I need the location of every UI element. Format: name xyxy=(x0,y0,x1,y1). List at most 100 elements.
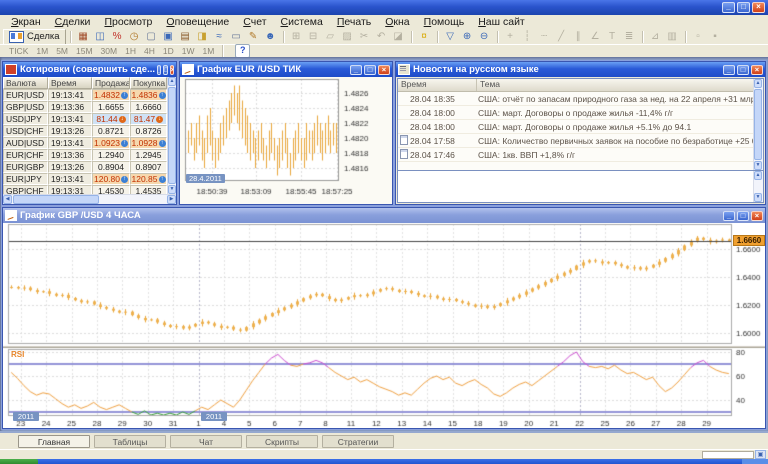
main-chart-window[interactable]: График GBP /USD 4 ЧАСА _ □ × 1.6660 RSI … xyxy=(2,207,766,429)
quote-row-usd-jpy[interactable]: USD|JPY19:13:4181.44↓81.47↓ xyxy=(3,113,167,125)
quotes-maximize-button[interactable]: □ xyxy=(163,65,167,75)
tab-скрипты[interactable]: Скрипты xyxy=(246,435,318,448)
tick-maximize-button[interactable]: □ xyxy=(364,65,376,75)
timeframe-button-30m-4[interactable]: 30M xyxy=(97,46,122,57)
timeframe-button-5m-2[interactable]: 5M xyxy=(52,46,72,57)
timeframe-button-15m-3[interactable]: 15M xyxy=(72,46,97,57)
scroll-down-arrow[interactable]: ▼ xyxy=(168,185,176,194)
taskbar[interactable] xyxy=(0,459,768,464)
tick-chart-canvas[interactable] xyxy=(180,77,392,205)
news-list-scrollbar[interactable]: ▲ ▼ xyxy=(753,79,763,170)
tab-чат[interactable]: Чат xyxy=(170,435,242,448)
archive-icon[interactable]: ◨ xyxy=(195,30,210,43)
menu-item-2[interactable]: Просмотр xyxy=(97,16,159,28)
quotes-horizontal-scrollbar[interactable]: ◀ ▶ xyxy=(3,194,176,204)
start-button[interactable] xyxy=(0,459,38,464)
menu-item-8[interactable]: Помощь xyxy=(417,16,472,28)
filter-icon[interactable]: ▽ xyxy=(443,30,458,43)
new-chart-icon[interactable]: ◫ xyxy=(93,30,108,43)
zoom-in-icon[interactable]: ⊕ xyxy=(460,30,475,43)
scroll-up-arrow[interactable]: ▲ xyxy=(754,171,762,180)
edit-icon[interactable]: ✎ xyxy=(246,30,261,43)
quote-row-aud-usd[interactable]: AUD|USD19:13:411.0923↑1.0928↑ xyxy=(3,137,167,149)
tick-close-button[interactable]: × xyxy=(378,65,390,75)
app-minimize-button[interactable]: _ xyxy=(722,2,735,13)
scroll-down-arrow[interactable]: ▼ xyxy=(754,193,762,202)
sell-price-cell[interactable]: 1.6655 xyxy=(92,101,130,113)
timeframe-button-1m-9[interactable]: 1M xyxy=(198,46,218,57)
news-maximize-button[interactable]: □ xyxy=(737,65,749,75)
scroll-up-arrow[interactable]: ▲ xyxy=(754,79,762,88)
menu-item-9[interactable]: Наш сайт xyxy=(471,16,532,28)
buy-price-cell[interactable]: 0.8907 xyxy=(130,161,167,173)
tick-window-titlebar[interactable]: График EUR /USD ТИК _ □ × xyxy=(180,62,392,77)
scroll-thumb[interactable] xyxy=(13,195,99,204)
tick-minimize-button[interactable]: _ xyxy=(350,65,362,75)
quotes-window-icon[interactable]: ▦ xyxy=(76,30,91,43)
app-close-button[interactable]: × xyxy=(752,2,765,13)
quotes-column-1[interactable]: Время xyxy=(48,77,92,89)
line-chart-icon[interactable]: ≈ xyxy=(212,30,227,43)
timeframe-button-4h-6[interactable]: 4H xyxy=(140,46,159,57)
quote-row-usd-chf[interactable]: USD|CHF19:13:260.87210.8726 xyxy=(3,125,167,137)
app-titlebar[interactable]: _ □ × xyxy=(0,0,768,15)
sell-price-cell[interactable]: 1.4832↑ xyxy=(92,89,130,101)
scroll-right-arrow[interactable]: ▶ xyxy=(167,195,176,204)
timeframe-button-1w-8[interactable]: 1W xyxy=(178,46,199,57)
deal-button[interactable]: Сделка xyxy=(3,29,66,45)
quotes-column-0[interactable]: Валюта xyxy=(3,77,48,89)
help-button[interactable]: ? xyxy=(235,44,250,58)
tab-таблицы[interactable]: Таблицы xyxy=(94,435,166,448)
menu-item-4[interactable]: Счет xyxy=(236,16,273,28)
buy-price-cell[interactable]: 120.85↑ xyxy=(130,173,167,185)
timeframe-button-1d-7[interactable]: 1D xyxy=(159,46,178,57)
percent-icon[interactable]: % xyxy=(110,30,125,43)
save-icon[interactable]: ▣ xyxy=(161,30,176,43)
news-column-time[interactable]: Время xyxy=(398,79,477,91)
sell-price-cell[interactable]: 81.44↓ xyxy=(92,113,130,125)
sell-price-cell[interactable]: 1.2940 xyxy=(92,149,130,161)
news-row-0[interactable]: 28.04 18:35США: отчёт по запасам природн… xyxy=(398,92,763,106)
quotes-window[interactable]: Котировки (совершить сде... _ □ × Валюта… xyxy=(2,61,177,205)
sell-price-cell[interactable]: 1.0923↑ xyxy=(92,137,130,149)
quote-row-eur-jpy[interactable]: EUR|JPY19:13:41120.80↑120.85↑ xyxy=(3,173,167,185)
quote-row-gbp-usd[interactable]: GBP|USD19:13:361.66551.6660 xyxy=(3,101,167,113)
menu-item-3[interactable]: Оповещение xyxy=(159,16,236,28)
main-maximize-button[interactable]: □ xyxy=(737,211,749,221)
quotes-close-button[interactable]: × xyxy=(170,65,174,75)
news-row-4[interactable]: 28.04 17:46США: 1кв. ВВП +1,8% г/г xyxy=(398,148,763,162)
scroll-thumb[interactable] xyxy=(754,89,762,160)
sell-price-cell[interactable]: 120.80↑ xyxy=(92,173,130,185)
news-minimize-button[interactable]: _ xyxy=(723,65,735,75)
news-row-1[interactable]: 28.04 18:00США: март. Договоры о продаже… xyxy=(398,106,763,120)
scroll-thumb[interactable] xyxy=(168,87,176,184)
buy-price-cell[interactable]: 1.6660 xyxy=(130,101,167,113)
account-icon[interactable]: ☻ xyxy=(263,30,278,43)
news-column-subject[interactable]: Тема xyxy=(477,79,763,91)
main-window-titlebar[interactable]: График GBP /USD 4 ЧАСА _ □ × xyxy=(3,208,765,223)
sell-price-cell[interactable]: 0.8721 xyxy=(92,125,130,137)
timeframe-button-1h-5[interactable]: 1H xyxy=(121,46,140,57)
main-minimize-button[interactable]: _ xyxy=(723,211,735,221)
news-row-2[interactable]: 28.04 18:00США: март. Договоры о продаже… xyxy=(398,120,763,134)
scroll-left-arrow[interactable]: ◀ xyxy=(3,195,12,204)
quote-row-eur-chf[interactable]: EUR|CHF19:13:361.29401.2945 xyxy=(3,149,167,161)
sell-price-cell[interactable]: 0.8904 xyxy=(92,161,130,173)
tick-chart-window[interactable]: График EUR /USD ТИК _ □ × 28.4.2011 xyxy=(179,61,393,205)
lightbulb-icon[interactable]: ¤ xyxy=(417,30,432,43)
zoom-out-icon[interactable]: ⊖ xyxy=(477,30,492,43)
quotes-column-3[interactable]: Покупка xyxy=(130,77,167,89)
alarm-clock-icon[interactable]: ◷ xyxy=(127,30,142,43)
news-close-button[interactable]: × xyxy=(751,65,763,75)
menu-item-7[interactable]: Окна xyxy=(378,16,416,28)
timeframe-button-1m-1[interactable]: 1M xyxy=(32,46,52,57)
system-tray[interactable] xyxy=(742,459,768,464)
tile-windows-icon[interactable]: ▢ xyxy=(144,30,159,43)
buy-price-cell[interactable]: 1.0928↑ xyxy=(130,137,167,149)
quotes-column-2[interactable]: Продажа xyxy=(92,77,130,89)
quote-row-eur-gbp[interactable]: EUR|GBP19:13:260.89040.8907 xyxy=(3,161,167,173)
menu-item-6[interactable]: Печать xyxy=(330,16,378,28)
scroll-down-arrow[interactable]: ▼ xyxy=(754,161,762,170)
print-icon[interactable]: ▭ xyxy=(229,30,244,43)
buy-price-cell[interactable]: 1.4836↑ xyxy=(130,89,167,101)
